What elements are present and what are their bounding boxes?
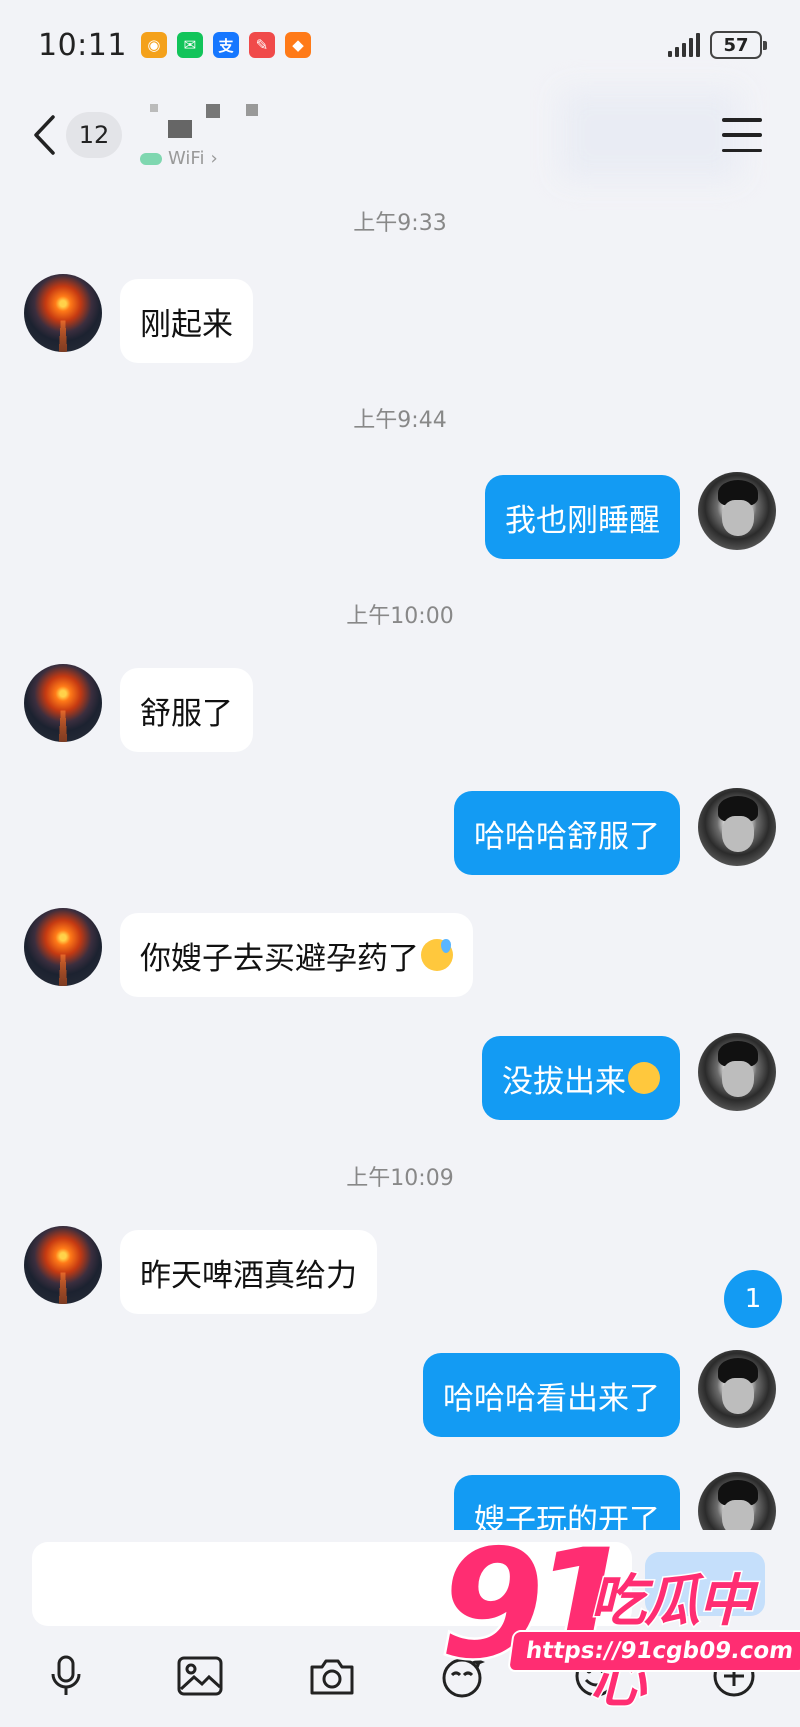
input-toolbar <box>0 1648 800 1708</box>
message-text: 没拔出来 <box>502 1063 626 1100</box>
weibo-icon: ◉ <box>140 32 167 58</box>
sweat-emoji-icon <box>421 939 453 971</box>
back-button[interactable] <box>24 110 64 160</box>
message-text: 嫂子玩的开了 <box>474 1502 660 1531</box>
message-bubble-incoming[interactable]: 舒服了 <box>120 668 253 752</box>
message-text: 刚起来 <box>140 306 233 343</box>
message-text: 哈哈哈舒服了 <box>474 818 660 855</box>
message-text: 我也刚睡醒 <box>505 502 660 539</box>
camera-icon <box>310 1659 354 1695</box>
smile-emoji-icon <box>628 1062 660 1094</box>
timestamp: 上午10:00 <box>346 604 454 629</box>
contact-avatar[interactable] <box>24 664 102 742</box>
alipay-icon: 支 <box>212 32 239 58</box>
status-time: 10:11 <box>38 27 127 63</box>
chevron-left-icon <box>34 115 55 155</box>
message-text: 昨天啤酒真给力 <box>140 1257 357 1294</box>
contact-name-pixelated <box>150 104 270 138</box>
my-avatar[interactable] <box>698 1033 776 1111</box>
timestamp: 上午9:44 <box>353 408 447 433</box>
signal-icon <box>668 33 700 57</box>
new-message-badge[interactable]: 1 <box>724 1270 782 1328</box>
microphone-icon <box>51 1655 81 1695</box>
message-bubble-outgoing[interactable]: 哈哈哈舒服了 <box>454 791 680 875</box>
emoji-icon <box>575 1655 617 1697</box>
message-bubble-outgoing[interactable]: 哈哈哈看出来了 <box>423 1353 680 1437</box>
status-bar: 10:11 ◉ ✉ 支 ✎ ◆ 57 <box>0 0 800 90</box>
message-text: 舒服了 <box>140 695 233 732</box>
wechat-icon: ✉ <box>176 32 203 58</box>
contact-avatar[interactable] <box>24 908 102 986</box>
message-bubble-incoming[interactable]: 昨天啤酒真给力 <box>120 1230 377 1314</box>
menu-button[interactable] <box>722 118 762 152</box>
message-bubble-outgoing[interactable]: 嫂子玩的开了 <box>454 1475 680 1530</box>
sticker-icon <box>442 1655 485 1698</box>
my-avatar[interactable] <box>698 1350 776 1428</box>
status-dot-icon <box>140 152 162 165</box>
notes-icon: ✎ <box>248 32 275 58</box>
message-input[interactable] <box>32 1542 632 1626</box>
contact-status: WiFi › <box>140 148 218 169</box>
notification-icons: ◉ ✉ 支 ✎ ◆ <box>140 32 311 58</box>
message-text: 哈哈哈看出来了 <box>443 1380 660 1417</box>
message-bubble-outgoing[interactable]: 没拔出来 <box>482 1036 680 1120</box>
battery-icon: 57 <box>710 31 767 59</box>
timestamp: 上午9:33 <box>353 211 447 236</box>
plus-icon <box>713 1655 755 1697</box>
my-avatar[interactable] <box>698 788 776 866</box>
contact-avatar[interactable] <box>24 274 102 352</box>
send-button[interactable] <box>645 1552 765 1616</box>
camera-button[interactable] <box>304 1648 360 1704</box>
contact-status-text: WiFi <box>168 148 205 169</box>
microphone-button[interactable] <box>38 1648 94 1704</box>
taobao-icon: ◆ <box>284 32 311 58</box>
my-avatar[interactable] <box>698 1472 776 1530</box>
chevron-right-icon: › <box>210 148 218 169</box>
message-bubble-incoming[interactable]: 刚起来 <box>120 279 253 363</box>
plus-button[interactable] <box>706 1648 762 1704</box>
message-bubble-incoming[interactable]: 你嫂子去买避孕药了 <box>120 913 473 997</box>
timestamp: 上午10:09 <box>346 1166 454 1191</box>
emoji-button[interactable] <box>568 1648 624 1704</box>
my-avatar[interactable] <box>698 472 776 550</box>
blurred-region <box>560 90 740 180</box>
message-text: 你嫂子去买避孕药了 <box>140 940 419 977</box>
battery-level: 57 <box>723 34 749 56</box>
contact-avatar[interactable] <box>24 1226 102 1304</box>
message-bubble-outgoing[interactable]: 我也刚睡醒 <box>485 475 680 559</box>
image-button[interactable] <box>172 1648 228 1704</box>
image-icon <box>177 1656 223 1696</box>
unread-count-badge[interactable]: 12 <box>66 112 122 158</box>
message-list[interactable]: 上午9:33 刚起来 上午9:44 我也刚睡醒 上午10:00 舒服了 哈哈哈舒… <box>0 180 800 1530</box>
chat-header: 12 WiFi › <box>0 90 800 180</box>
input-area <box>0 1530 800 1727</box>
sticker-button[interactable] <box>436 1648 492 1704</box>
